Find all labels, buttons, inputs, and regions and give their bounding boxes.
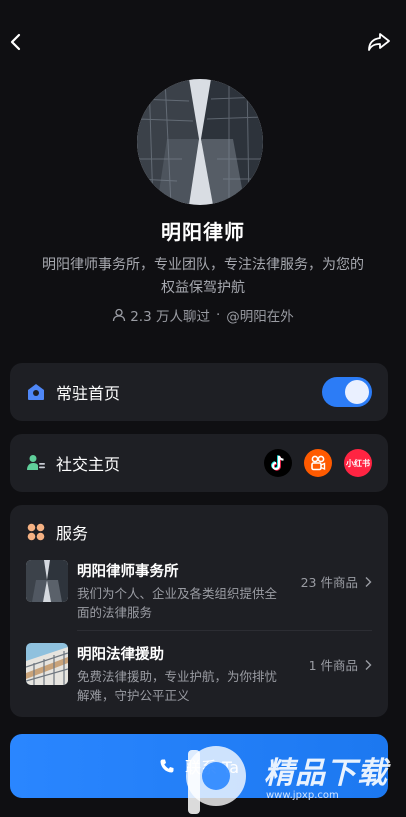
- profile-description: 明阳律师事务所，专业团队，专注法律服务，为您的权益保驾护航: [42, 257, 364, 296]
- divider: [77, 630, 372, 631]
- service-description: 免费法律援助，专业护航，为你排忧解难，守护公平正义: [77, 669, 278, 703]
- service-thumbnail: [26, 560, 68, 602]
- contact-label: 联系 Ta: [184, 758, 240, 777]
- avatar: [137, 79, 263, 205]
- pin-home-toggle[interactable]: [322, 377, 372, 407]
- social-home-card[interactable]: 社交主页 小红书: [10, 434, 388, 492]
- profile-handle[interactable]: @明阳在外: [226, 305, 294, 325]
- contact-button[interactable]: 联系 Ta: [10, 734, 388, 798]
- social-home-label: 社交主页: [56, 455, 121, 474]
- services-title: 服务: [56, 524, 89, 543]
- chat-count: 2.3 万人聊过: [130, 309, 210, 325]
- profile-name: 明阳律师: [161, 220, 245, 244]
- service-title: 明阳法律援助: [77, 647, 164, 663]
- profile-stats: 2.3 万人聊过 · @明阳在外: [0, 305, 406, 325]
- service-count-label: 23 件商品: [300, 575, 358, 590]
- service-count: 1 件商品: [309, 655, 372, 674]
- phone-icon: [160, 759, 174, 773]
- service-thumbnail: [26, 643, 68, 685]
- home-pin-icon: [28, 384, 44, 400]
- chevron-right-icon: [365, 576, 372, 587]
- toggle-knob: [345, 380, 369, 404]
- top-bar: [0, 0, 406, 80]
- service-item[interactable]: 明阳法律援助 免费法律援助，专业护航，为你排忧解难，守护公平正义 1 件商品: [26, 643, 372, 707]
- services-header: 服务: [26, 520, 88, 544]
- services-icon: [27, 523, 45, 541]
- avatar-image: [137, 79, 263, 205]
- xiaohongshu-icon[interactable]: 小红书: [344, 449, 372, 477]
- social-profile-icon: [27, 455, 45, 470]
- service-count: 23 件商品: [301, 572, 372, 591]
- kuaishou-icon[interactable]: [304, 449, 332, 477]
- share-icon[interactable]: [366, 30, 392, 54]
- pin-home-label: 常驻首页: [56, 384, 121, 403]
- pin-home-card: 常驻首页: [10, 363, 388, 421]
- separator-dot: ·: [215, 307, 221, 323]
- services-card: 服务 明阳律师事务所 我们为个人、企业及各类组织提供全面的法律服务 23 件商品: [10, 505, 388, 717]
- service-item[interactable]: 明阳律师事务所 我们为个人、企业及各类组织提供全面的法律服务 23 件商品: [26, 560, 372, 624]
- user-icon: [113, 308, 126, 322]
- back-arrow-icon[interactable]: [6, 30, 28, 54]
- douyin-icon[interactable]: [264, 449, 292, 477]
- service-description: 我们为个人、企业及各类组织提供全面的法律服务: [77, 586, 278, 620]
- chevron-right-icon: [365, 659, 372, 670]
- service-title: 明阳律师事务所: [77, 564, 179, 580]
- social-icons: 小红书: [264, 449, 372, 477]
- service-count-label: 1 件商品: [308, 658, 358, 673]
- xiaohongshu-text: 小红书: [346, 458, 370, 468]
